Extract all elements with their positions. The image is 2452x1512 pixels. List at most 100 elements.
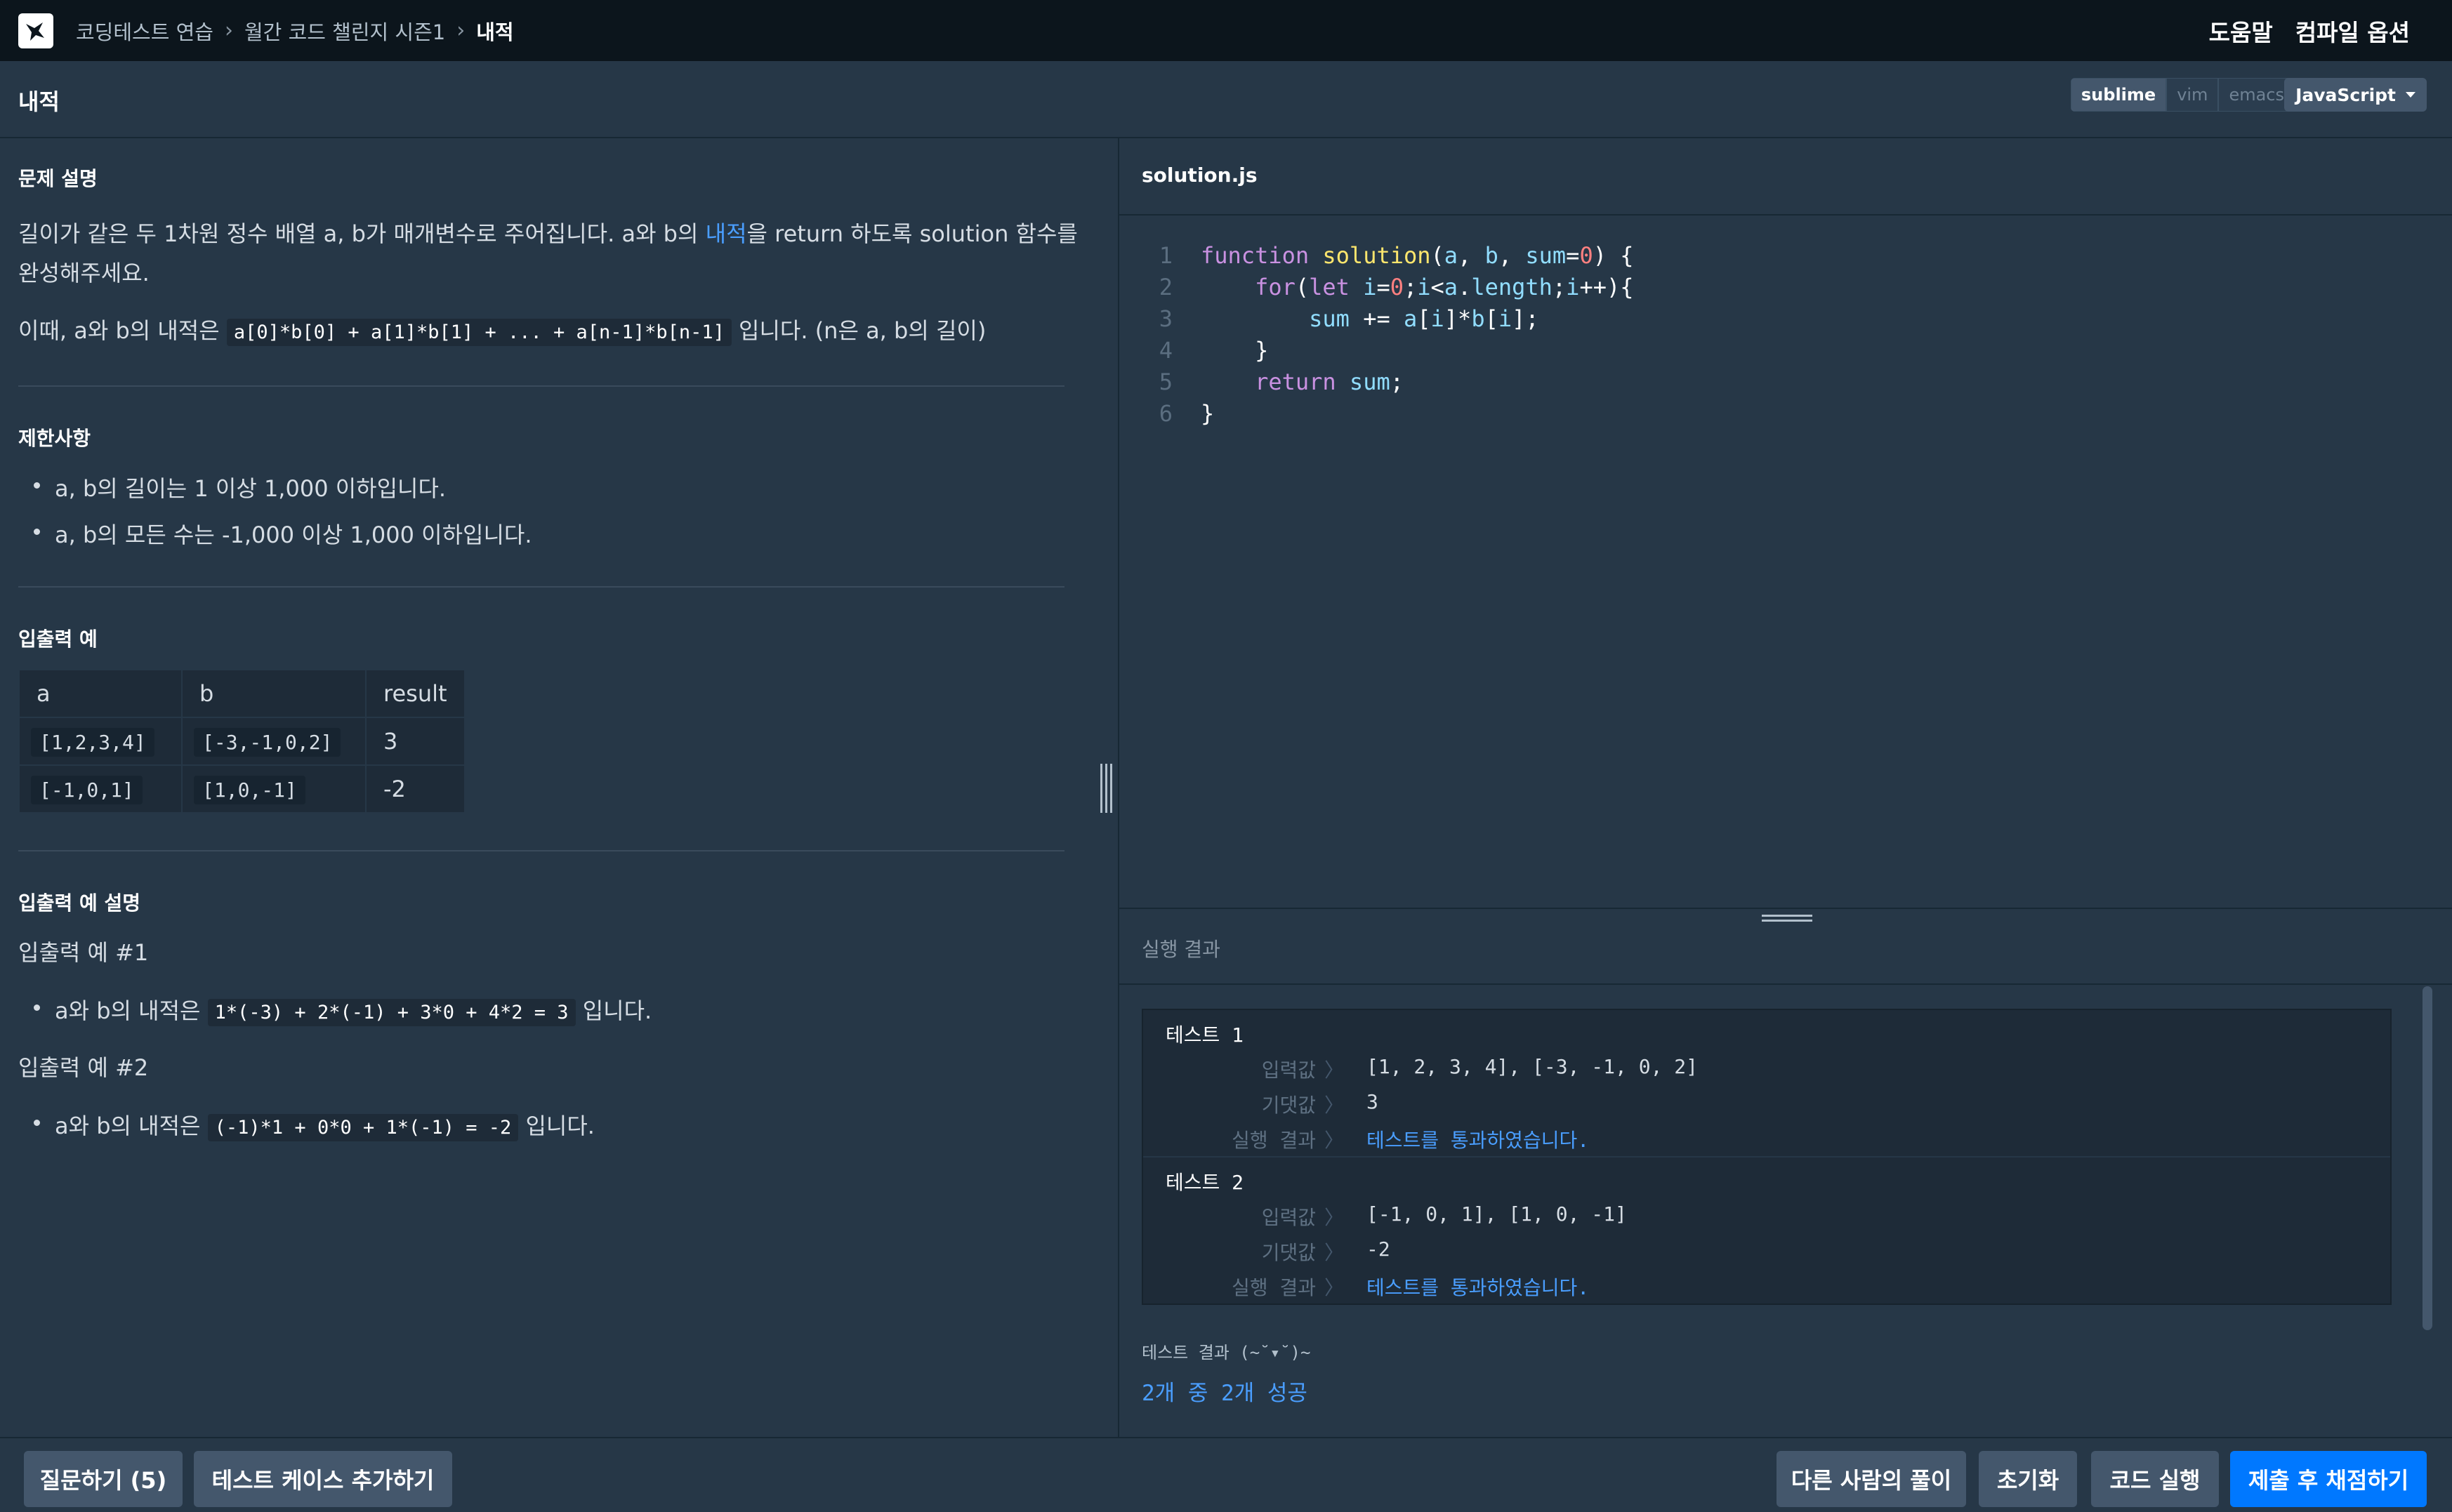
keymap-toggle: sublime vim emacs	[2070, 78, 2295, 112]
footer-toolbar: 질문하기 (5) 테스트 케이스 추가하기 다른 사람의 풀이 초기화 코드 실…	[0, 1437, 2452, 1512]
code-token: +=	[1349, 305, 1404, 332]
divider	[18, 850, 1064, 851]
table-cell: [-1,0,1]	[31, 776, 143, 804]
chevron-right-icon: 〉	[1324, 1241, 1345, 1264]
test-label: 기댓값	[1261, 1094, 1316, 1117]
code-line[interactable]: 2 for(let i=0;i<a.length;i++){	[1119, 274, 2452, 305]
constraint-item: a, b의 길이는 1 이상 1,000 이하입니다.	[33, 471, 446, 503]
code-token: <	[1430, 274, 1444, 300]
table-row: [-1,0,1] [1,0,-1] -2	[18, 764, 466, 814]
help-link[interactable]: 도움말	[2209, 14, 2273, 48]
ask-question-button[interactable]: 질문하기 (5)	[24, 1451, 183, 1507]
breadcrumb-item-current: 내적	[476, 20, 514, 44]
test-expected-row: 기댓값 〉 -2	[1143, 1238, 2390, 1268]
breadcrumb: 코딩테스트 연습 › 월간 코드 챌린지 시즌1 › 내적	[76, 16, 514, 46]
code-line[interactable]: 6}	[1119, 400, 2452, 432]
language-select[interactable]: JavaScript	[2284, 78, 2427, 112]
example-explanation: a와 b의 내적은 (-1)*1 + 0*0 + 1*(-1) = -2 입니다…	[34, 1108, 595, 1141]
example-text: a와 b의 내적은	[55, 1113, 208, 1139]
code-token: i	[1363, 274, 1377, 300]
line-number: 5	[1159, 369, 1173, 395]
code-line[interactable]: 1 function solution(a, b, sum=0) {	[1119, 242, 2452, 274]
reset-button[interactable]: 초기화	[1979, 1451, 2077, 1507]
file-name: solution.js	[1142, 164, 1258, 187]
language-select-value: JavaScript	[2295, 84, 2396, 105]
add-testcase-button[interactable]: 테스트 케이스 추가하기	[194, 1451, 452, 1507]
code-token: return	[1255, 369, 1336, 395]
others-solutions-button[interactable]: 다른 사람의 풀이	[1777, 1451, 1966, 1507]
test-result-row: 실행 결과 〉 테스트를 통과하였습니다.	[1143, 1273, 2390, 1304]
test-result-value: 테스트를 통과하였습니다.	[1366, 1276, 1590, 1299]
chevron-right-icon: ›	[224, 18, 233, 43]
submit-button[interactable]: 제출 후 채점하기	[2230, 1451, 2427, 1507]
constraint-item: a, b의 모든 수는 -1,000 이상 1,000 이하입니다.	[34, 517, 532, 550]
editor-panel: solution.js 1 function solution(a, b, sum…	[1119, 138, 2452, 1437]
code-token: }	[1201, 337, 1269, 364]
code-token: i	[1566, 274, 1580, 300]
example-code: (-1)*1 + 0*0 + 1*(-1) = -2	[207, 1114, 519, 1141]
test-result-value: 테스트를 통과하였습니다.	[1366, 1129, 1590, 1152]
code-line[interactable]: 5 return sum;	[1119, 369, 2452, 400]
line-number: 6	[1159, 400, 1173, 427]
keymap-emacs-button[interactable]: emacs	[2218, 78, 2295, 112]
code-token: for	[1255, 274, 1296, 300]
code-token: a	[1444, 242, 1458, 269]
code-token: sum	[1349, 369, 1390, 395]
code-line[interactable]: 3 sum += a[i]*b[i];	[1119, 305, 2452, 337]
code-token: i	[1417, 274, 1431, 300]
keymap-sublime-button[interactable]: sublime	[2070, 78, 2167, 112]
code-token: ++){	[1579, 274, 1634, 300]
code-text: }	[1201, 400, 1214, 427]
test-result-row: 실행 결과 〉 테스트를 통과하였습니다.	[1143, 1125, 2390, 1156]
example-explanation: a와 b의 내적은 1*(-3) + 2*(-1) + 3*0 + 4*2 = …	[33, 993, 652, 1026]
keymap-vim-button[interactable]: vim	[2166, 78, 2219, 112]
description-text-part: 입니다. (n은 a, b의 길이)	[731, 317, 987, 344]
test-input-value: [1, 2, 3, 4], [-3, -1, 0, 2]	[1366, 1055, 1699, 1078]
code-line[interactable]: 4 }	[1119, 337, 2452, 369]
chevron-right-icon: 〉	[1324, 1276, 1345, 1299]
code-text: function solution(a, b, sum=0) {	[1201, 242, 1634, 269]
dot-product-link[interactable]: 내적	[706, 220, 747, 247]
code-token: ,	[1458, 242, 1485, 269]
io-explanation-heading: 입출력 예 설명	[18, 891, 141, 915]
chevron-right-icon: 〉	[1324, 1206, 1345, 1229]
code-text: return sum;	[1201, 369, 1404, 395]
test-label: 입력값	[1261, 1059, 1316, 1082]
test-case-title: 테스트 2	[1166, 1171, 1244, 1194]
test-input-row: 입력값 〉 [1, 2, 3, 4], [-3, -1, 0, 2]	[1143, 1055, 2390, 1086]
description-text-part: 을 return 하도록 solution 함수를	[746, 220, 1078, 247]
table-header-cell: b	[181, 669, 367, 718]
code-token: let	[1309, 274, 1350, 300]
code-token: sum	[1309, 305, 1350, 332]
code-token: ;	[1403, 274, 1418, 300]
test-expected-row: 기댓값 〉 3	[1143, 1090, 2390, 1121]
code-token: (	[1295, 274, 1310, 300]
line-number: 4	[1159, 337, 1173, 364]
table-cell: [1,2,3,4]	[31, 728, 154, 757]
run-code-button[interactable]: 코드 실행	[2091, 1451, 2219, 1507]
compile-options-link[interactable]: 컴파일 옵션	[2295, 14, 2410, 48]
description-text-part: 이때, a와 b의 내적은	[18, 317, 227, 344]
table-cell: [1,0,-1]	[194, 776, 305, 804]
programmers-logo-icon[interactable]	[18, 13, 53, 48]
code-token: [	[1417, 305, 1431, 332]
io-example-table: a b result [1,2,3,4] [-3,-1,0,2] 3 [-1,0…	[18, 669, 466, 814]
code-text: sum += a[i]*b[i];	[1201, 305, 1539, 332]
chevron-right-icon: 〉	[1324, 1094, 1345, 1117]
test-case-title: 테스트 1	[1166, 1023, 1244, 1047]
breadcrumb-item-challenge[interactable]: 월간 코드 챌린지 시즌1	[244, 16, 445, 46]
description-heading: 문제 설명	[18, 167, 98, 190]
top-nav: 코딩테스트 연습 › 월간 코드 챌린지 시즌1 › 내적 도움말 컴파일 옵션	[0, 0, 2452, 61]
code-token: ) {	[1593, 242, 1634, 269]
results-scrollbar[interactable]	[2423, 986, 2432, 1330]
constraints-heading: 제한사항	[18, 427, 91, 450]
code-token: =	[1376, 274, 1390, 300]
divider	[18, 385, 1064, 387]
file-tab: solution.js	[1119, 138, 2452, 215]
breadcrumb-item-coding-test[interactable]: 코딩테스트 연습	[76, 16, 213, 46]
splitter-handle-icon[interactable]	[1099, 764, 1113, 813]
test-input-value: [-1, 0, 1], [1, 0, -1]	[1366, 1202, 1627, 1226]
